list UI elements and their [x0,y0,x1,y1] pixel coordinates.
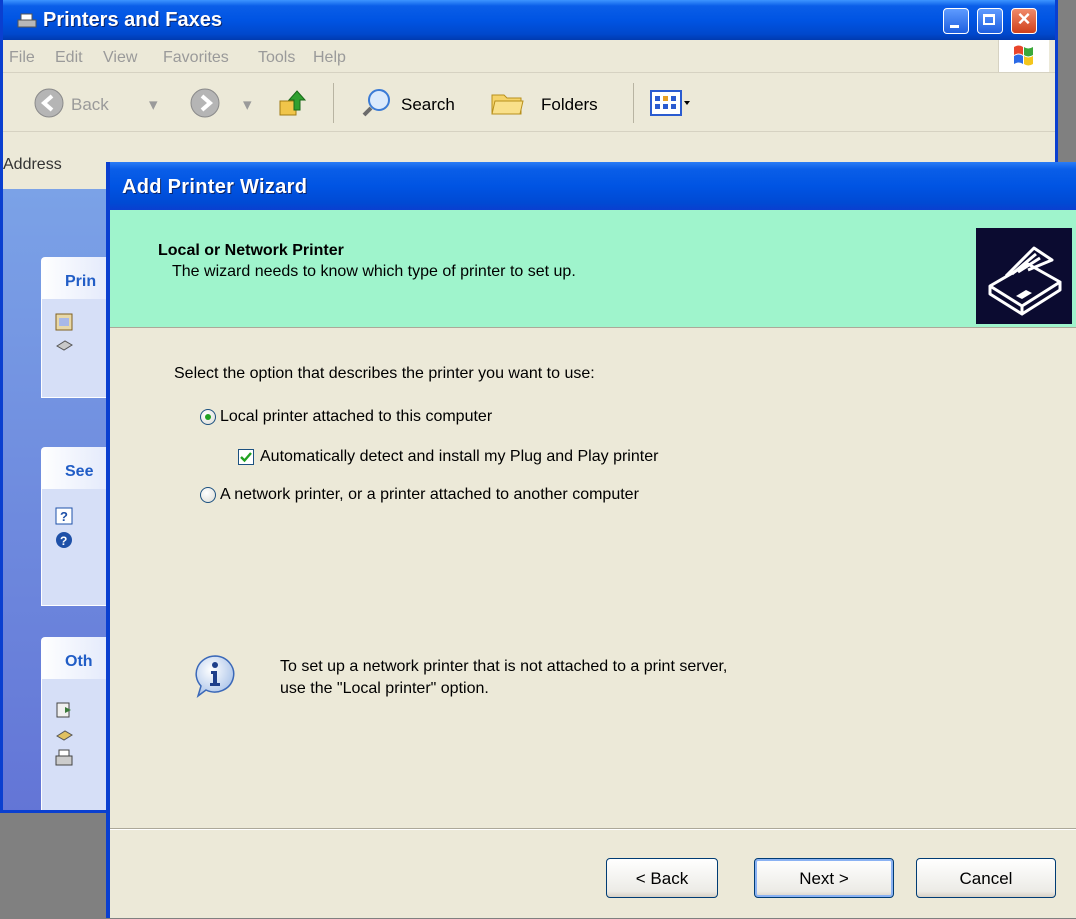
back-arrow-icon[interactable] [33,87,65,119]
printer-icon[interactable] [55,749,73,767]
svg-text:?: ? [60,509,68,524]
close-icon: × [1017,6,1031,31]
folders-button-label[interactable]: Folders [541,95,598,115]
menu-tools[interactable]: Tools [258,49,295,67]
printer-icon[interactable] [55,337,73,355]
menu-help[interactable]: Help [313,49,346,67]
next-button[interactable]: Next > [754,858,894,898]
folders-icon[interactable] [489,87,525,119]
local-printer-radio[interactable] [200,409,216,425]
close-button[interactable]: × [1011,6,1037,34]
bg-title-bar[interactable]: Printers and Faxes × [3,0,1055,40]
wizard-header: Local or Network Printer The wizard need… [110,210,1076,328]
info-text-line1: To set up a network printer that is not … [280,658,728,675]
toolbar: Back ▾ ▾ Search Folders [3,73,1055,132]
wizard-title-bar[interactable]: Add Printer Wizard [110,162,1076,210]
info-icon [195,655,235,698]
wizard-title: Add Printer Wizard [122,176,308,198]
auto-detect-label[interactable]: Automatically detect and install my Plug… [260,448,658,466]
help-book-icon[interactable]: ? [55,507,73,525]
toolbar-separator [633,83,634,123]
views-icon[interactable] [649,89,693,117]
menu-edit[interactable]: Edit [55,49,83,67]
back-button-label[interactable]: Back [71,95,109,115]
wizard-body: Select the option that describes the pri… [110,328,1076,828]
info-text-line2: use the "Local printer" option. [280,680,489,697]
back-dropdown-icon[interactable]: ▾ [149,95,158,115]
printer-icon [17,13,37,28]
wizard-footer: < Back Next > Cancel [110,828,1076,919]
menu-favorites[interactable]: Favorites [163,49,229,67]
network-printer-radio[interactable] [200,487,216,503]
checkmark-icon [240,452,252,463]
search-button-label[interactable]: Search [401,95,455,115]
address-label: Address [3,156,62,173]
back-button[interactable]: < Back [606,858,718,898]
forward-dropdown-icon[interactable]: ▾ [243,95,252,115]
printer-wizard-icon [976,228,1072,324]
forward-arrow-icon[interactable] [189,87,221,119]
step-subtitle: The wizard needs to know which type of p… [172,263,576,280]
menu-bar: File Edit View Favorites Tools Help [3,40,1055,73]
network-printer-label[interactable]: A network printer, or a printer attached… [220,486,639,504]
menu-file[interactable]: File [9,49,35,67]
help-circle-icon[interactable]: ? [55,531,73,549]
search-icon[interactable] [361,87,395,119]
local-printer-label[interactable]: Local printer attached to this computer [220,408,492,426]
step-title: Local or Network Printer [158,242,344,259]
cancel-button[interactable]: Cancel [916,858,1056,898]
option-prompt: Select the option that describes the pri… [174,365,595,382]
minimize-button[interactable] [943,8,969,34]
add-printer-icon[interactable] [55,313,73,331]
maximize-button[interactable] [977,8,1003,34]
toolbar-separator [333,83,334,123]
windows-logo-icon [998,40,1049,72]
control-panel-icon[interactable] [55,701,73,719]
menu-view[interactable]: View [103,49,137,67]
add-printer-wizard-dialog: Add Printer Wizard Local or Network Prin… [106,162,1076,918]
up-folder-icon[interactable] [277,87,307,119]
scanner-icon[interactable] [55,727,73,745]
bg-window-title: Printers and Faxes [43,9,222,31]
svg-text:?: ? [60,534,67,548]
auto-detect-checkbox[interactable] [238,449,254,465]
